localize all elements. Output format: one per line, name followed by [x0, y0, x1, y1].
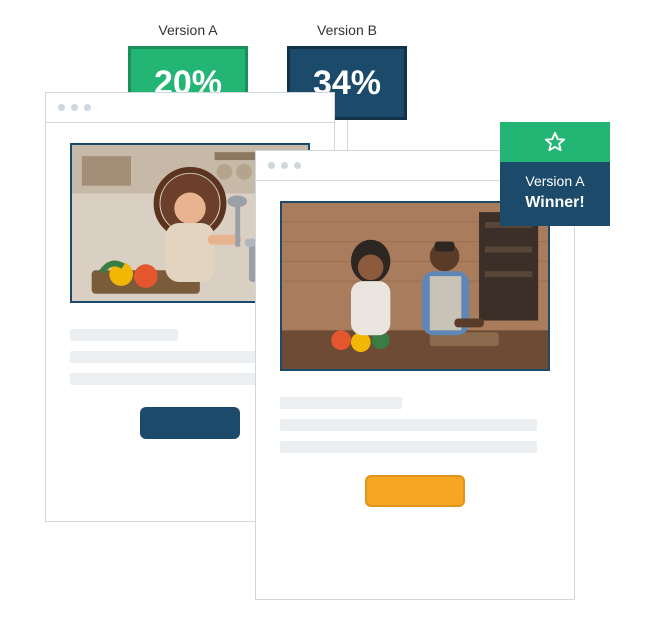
ab-test-diagram: Version A 20% Version B 34%	[0, 0, 668, 617]
version-a-label: Version A	[128, 22, 248, 38]
skeleton-line	[70, 329, 178, 341]
winner-version-label: Version A	[506, 172, 604, 192]
window-dot-icon	[71, 104, 78, 111]
window-dot-icon	[281, 162, 288, 169]
star-icon	[544, 131, 566, 153]
window-dot-icon	[84, 104, 91, 111]
skeleton-line	[280, 419, 537, 431]
window-dot-icon	[294, 162, 301, 169]
variant-b-text-skeleton	[280, 397, 550, 453]
skeleton-line	[280, 397, 402, 409]
window-dot-icon	[268, 162, 275, 169]
skeleton-line	[280, 441, 537, 453]
variant-a-cta-button[interactable]	[140, 407, 240, 439]
window-a-header	[46, 93, 334, 123]
winner-badge-bottom: Version A Winner!	[500, 162, 610, 226]
window-b-body	[256, 181, 574, 535]
winner-text: Winner!	[506, 192, 604, 214]
window-dot-icon	[58, 104, 65, 111]
version-b-label: Version B	[287, 22, 407, 38]
winner-badge: Version A Winner!	[500, 122, 610, 226]
winner-badge-top	[500, 122, 610, 162]
connector-b	[347, 120, 348, 152]
variant-b-hero-image	[280, 201, 550, 371]
variant-b-cta-button[interactable]	[365, 475, 465, 507]
